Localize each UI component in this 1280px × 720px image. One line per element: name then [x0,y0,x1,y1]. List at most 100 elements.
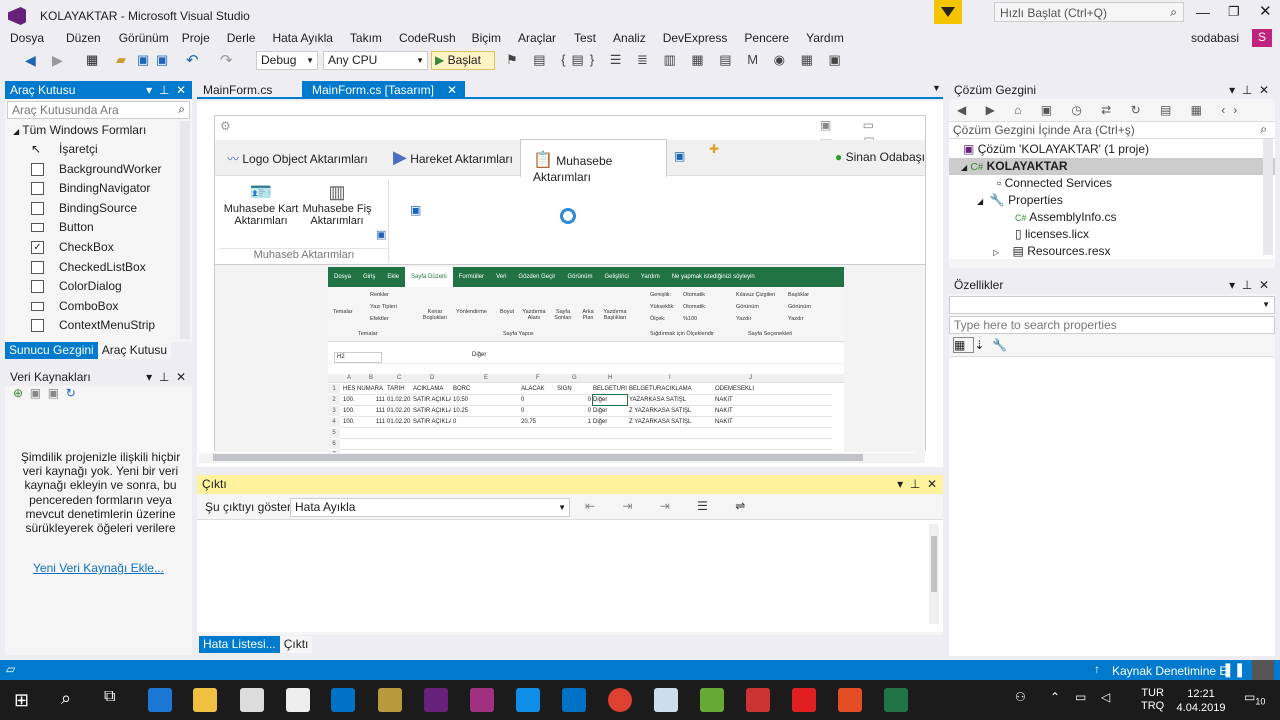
menu-item[interactable]: Düzen [44,30,101,46]
tree-item[interactable]: C# AssemblyInfo.cs [949,209,1275,226]
form-window[interactable]: ⚙ ▣ ▭ — ▭ 〰 Logo Object Aktarımları ▶ Ha… [214,115,926,461]
add-datasource-link[interactable]: Yeni Veri Kaynağı Ekle... [5,561,192,575]
config-select[interactable]: Debug ▼ [256,51,318,70]
room-link[interactable]: ● Sinan Odabaşı [835,150,925,164]
toolbox-item[interactable]: ↖ İşaretçi [5,140,192,160]
outlook-icon[interactable] [331,688,355,712]
designer-hscroll[interactable] [199,453,925,463]
teamviewer-icon[interactable] [516,688,540,712]
solution-node[interactable]: ▣ Çözüm 'KOLAYAKTAR' (1 proje) [949,141,1275,158]
undo-icon[interactable]: ↶ [186,51,199,69]
tree-item[interactable]: ▯ licenses.licx [949,226,1275,243]
tree-item[interactable]: ◢ 🔧 Properties [949,192,1275,209]
notepad-icon[interactable] [654,688,678,712]
output-source-select[interactable]: Hata Ayıkla ▼ [290,498,570,517]
user-avatar[interactable]: S [1252,29,1272,47]
toolbox-group[interactable]: ◢ Tüm Windows Formları [5,121,192,140]
menu-item[interactable]: Test [556,30,596,46]
menu-item[interactable]: CodeRush [382,30,456,46]
categorized-icon[interactable]: ▦ [953,337,975,353]
tab-output[interactable]: Çıktı [279,636,313,653]
toolbox-item[interactable]: Button [5,218,192,238]
forward-icon[interactable]: ▶ [52,52,63,69]
panel-controls[interactable]: ▾ ⊥ ✕ [146,368,186,386]
toolbox-item[interactable]: CheckedListBox [5,258,192,278]
menu-item[interactable]: Hata Ayıkla [255,30,332,46]
toolbox-item[interactable]: BackgroundWorker [5,160,192,180]
logo-tiger-icon[interactable] [792,688,816,712]
panel-controls[interactable]: ▾ ⊥ ✕ [146,81,186,99]
tab-dropdown-icon[interactable]: ▼ [932,83,941,93]
grid-icon[interactable] [1252,660,1274,680]
tree-item[interactable]: ▷ ▤ Resources.resx [949,243,1275,260]
outlook-icon[interactable] [562,688,586,712]
user-name[interactable]: sodabasi [1191,30,1239,46]
tray-chevron-icon[interactable]: ⌃ [1050,690,1060,704]
save-all-icon[interactable]: ▣ [156,52,168,68]
quick-launch-input[interactable]: Hızlı Başlat (Ctrl+Q) ⌕ [994,2,1184,22]
panel-controls[interactable]: ▾ ⊥ ✕ [1229,81,1269,99]
group-add-icon[interactable]: ▣ [376,228,386,241]
start-button[interactable]: ▶ Başlat [431,51,495,70]
project-node[interactable]: ◢ C# KOLAYAKTAR [949,158,1275,175]
source-control-status[interactable]: Kaynak Denetimine E [1112,664,1227,678]
toolbox-search[interactable]: Araç Kutusunda Ara ⌕ [7,101,190,119]
toolbox-item[interactable]: ✓ CheckBox [5,238,192,258]
panel-controls[interactable]: ▾ ⊥ ✕ [1229,276,1269,294]
menu-item[interactable]: DevExpress [646,30,728,46]
toolbox-item[interactable]: ColorDialog [5,277,192,297]
menu-item[interactable]: Takım [333,30,382,46]
solution-scrollbar[interactable] [1263,139,1273,255]
platform-select[interactable]: Any CPU ▼ [323,51,428,70]
menu-item[interactable]: Yardım [789,30,844,46]
pdf-app-icon[interactable] [470,688,494,712]
windows-start-icon[interactable]: ⊞ [14,690,29,711]
filter-icon[interactable] [934,0,962,24]
tab-mainform-cs[interactable]: MainForm.cs [203,83,272,97]
menu-item[interactable]: Dosya [0,30,44,46]
refresh-icon[interactable]: ↻ [66,386,76,400]
output-scrollbar[interactable] [929,524,939,624]
alphabetical-icon[interactable]: ⇣ [974,338,992,352]
tab-extra-icon[interactable]: ✚ [709,142,719,156]
pause-icon[interactable]: ❚❚ [1222,661,1245,678]
property-pages-icon[interactable]: 🔧 [992,338,1015,352]
volume-icon[interactable]: ◁ [1101,690,1110,704]
toolbox-item[interactable]: ContextMenuStrip [5,316,192,336]
redo-icon[interactable]: ↷ [220,51,233,69]
visual-studio-icon[interactable] [424,688,448,712]
close-button[interactable]: ✕ [1259,2,1272,20]
back-icon[interactable]: ◀ [25,52,36,69]
clock[interactable]: 12:21 4.04.2019 [1176,687,1226,715]
toolbox-item[interactable]: BindingNavigator [5,179,192,199]
people-icon[interactable]: ⚇ [1015,690,1026,704]
chrome-icon[interactable] [608,688,632,712]
toolbox-scrollbar[interactable] [180,121,190,339]
menu-item[interactable]: Görünüm [101,30,169,46]
menu-item[interactable]: Araçlar [501,30,556,46]
menu-item[interactable]: Analiz [596,30,646,46]
app-icon[interactable] [700,688,724,712]
tree-item[interactable]: ▫ Connected Services [949,175,1275,192]
muhasebe-fis-button[interactable]: ▥ Muhasebe Fiş Aktarımları [301,182,373,227]
tab-logo-object[interactable]: 〰 Logo Object Aktarımları [227,150,368,167]
app-icon[interactable] [746,688,770,712]
close-icon[interactable]: ✕ [447,81,457,99]
search-icon[interactable]: ⌕ [61,688,71,709]
toolbox-item[interactable]: BindingSource [5,199,192,219]
menu-item[interactable]: Derle [210,30,256,46]
app-icon[interactable] [838,688,862,712]
notifications-icon[interactable]: ▭10 [1244,690,1265,706]
scroll-thumb[interactable] [213,454,863,461]
muhasebe-kart-button[interactable]: 🪪 Muhasebe Kart Aktarımları [221,182,301,227]
tab-mainform-design[interactable]: MainForm.cs [Tasarım] ✕ [302,81,465,99]
toolbox-item[interactable]: ComboBox [5,297,192,317]
task-view-icon[interactable]: ⧉ [104,688,115,706]
open-icon[interactable]: ▰ [116,52,126,68]
add-tab-icon[interactable]: ▣ [674,149,685,163]
new-project-icon[interactable]: ▦ [86,52,98,68]
solution-search[interactable]: Çözüm Gezgini İçinde Ara (Ctrl+ş) ⌕ [949,121,1275,139]
file-explorer-icon[interactable] [193,688,217,712]
store-icon[interactable] [240,688,264,712]
restore-button[interactable]: ❐ [1228,4,1240,20]
